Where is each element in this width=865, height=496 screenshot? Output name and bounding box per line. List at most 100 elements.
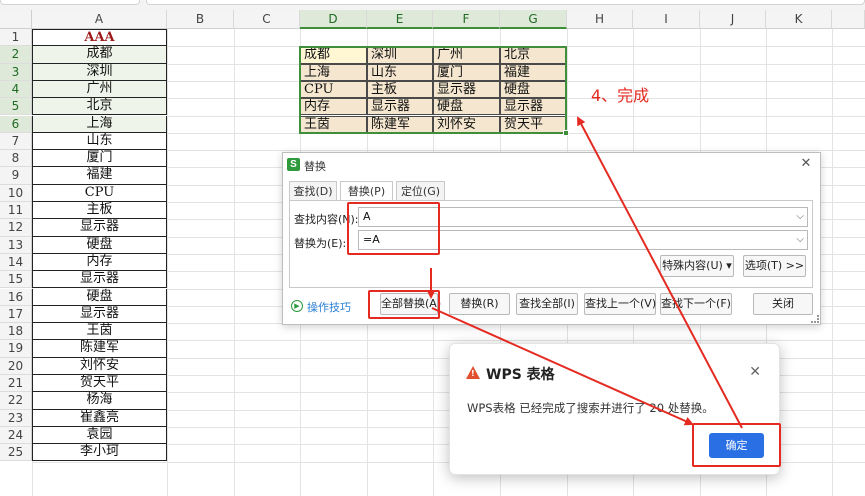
cell-g4[interactable]: 硬盘 [500,80,567,99]
cell-a13[interactable]: 硬盘 [32,236,167,254]
cell-a3[interactable]: 深圳 [32,63,167,81]
column-header[interactable]: C [234,10,300,29]
cell-e4[interactable]: 主板 [367,80,433,99]
cell-a9[interactable]: 福建 [32,167,167,185]
tab-replace[interactable]: 替换(P) [340,181,393,202]
special-content-button[interactable]: 特殊内容(U) ▾ [660,255,734,277]
cell-a21[interactable]: 贺天平 [32,375,167,393]
cell-f6[interactable]: 刘怀安 [433,115,500,133]
cell-a14[interactable]: 内存 [32,253,167,272]
row-header[interactable]: 18 [0,323,32,341]
options-button[interactable]: 选项(T) >> [743,255,806,277]
chevron-down-icon[interactable]: ⌵ [796,208,804,226]
column-header[interactable]: H [567,10,633,29]
cell-d6[interactable]: 王茵 [300,115,367,133]
column-header[interactable]: D [300,10,367,29]
cell-e2[interactable]: 深圳 [367,46,433,64]
ok-button[interactable]: 确定 [709,433,764,458]
document-tab[interactable] [146,0,865,5]
find-all-button[interactable]: 查找全部(I) [516,293,578,315]
chevron-down-icon[interactable]: ⌵ [796,231,804,249]
document-tab[interactable] [0,0,140,5]
row-header[interactable]: 5 [0,98,32,116]
cell-a4[interactable]: 广州 [32,80,167,99]
tips-link[interactable]: 操作技巧 [307,299,351,315]
row-header[interactable]: 17 [0,305,32,324]
dialog-titlebar[interactable]: S 替换 ✕ [283,153,820,177]
row-header[interactable]: 21 [0,375,32,393]
cell-g2[interactable]: 北京 [500,46,567,64]
replace-button[interactable]: 替换(R) [449,293,510,315]
cell-g6[interactable]: 贺天平 [500,115,567,133]
row-header[interactable]: 2 [0,46,32,64]
cell-a16[interactable]: 硬盘 [32,288,167,306]
resize-grip[interactable] [811,315,819,323]
cell-a23[interactable]: 崔鑫亮 [32,409,167,427]
row-header[interactable]: 25 [0,444,32,462]
cell-f4[interactable]: 显示器 [433,80,500,99]
cell-a17[interactable]: 显示器 [32,305,167,324]
column-header[interactable]: E [367,10,433,29]
row-header[interactable]: 11 [0,202,32,220]
row-header[interactable]: 8 [0,150,32,168]
cell-e5[interactable]: 显示器 [367,98,433,116]
cell-e3[interactable]: 山东 [367,63,433,81]
close-button[interactable]: 关闭 [753,293,813,315]
column-header[interactable]: F [433,10,500,29]
find-previous-button[interactable]: 查找上一个(V) [584,293,656,315]
row-header[interactable]: 13 [0,236,32,254]
cell-a12[interactable]: 显示器 [32,219,167,237]
cell-a24[interactable]: 袁园 [32,426,167,445]
cell-a2[interactable]: 成都 [32,46,167,64]
cell-d4[interactable]: CPU [300,80,367,99]
cell-d5[interactable]: 内存 [300,98,367,116]
find-next-button[interactable]: 查找下一个(F) [660,293,732,315]
select-all-corner[interactable] [0,10,32,29]
column-header[interactable]: A [32,10,167,29]
row-header[interactable]: 12 [0,219,32,237]
cell-a10[interactable]: CPU [32,184,167,202]
tab-find[interactable]: 查找(D) [289,181,337,201]
row-header[interactable]: 10 [0,184,32,202]
cell-a15[interactable]: 显示器 [32,271,167,289]
cell-a25[interactable]: 李小珂 [32,444,167,462]
cell-a18[interactable]: 王茵 [32,323,167,341]
cell-a7[interactable]: 山东 [32,132,167,151]
row-header[interactable]: 23 [0,409,32,427]
column-header[interactable]: G [500,10,567,29]
cell-a19[interactable]: 陈建军 [32,340,167,358]
cell-a6[interactable]: 上海 [32,115,167,133]
row-header[interactable]: 7 [0,132,32,151]
row-header[interactable]: 14 [0,253,32,272]
row-header[interactable]: 9 [0,167,32,185]
close-icon[interactable]: ✕ [798,156,814,172]
column-header[interactable]: B [167,10,234,29]
cell-f2[interactable]: 广州 [433,46,500,64]
row-header[interactable]: 4 [0,80,32,99]
cell-a11[interactable]: 主板 [32,202,167,220]
find-input[interactable]: A ⌵ [358,207,808,227]
row-header[interactable]: 16 [0,288,32,306]
column-header[interactable]: J [700,10,766,29]
play-icon[interactable]: ▶ [291,300,303,312]
row-header[interactable]: 20 [0,357,32,375]
cell-g3[interactable]: 福建 [500,63,567,81]
cell-e6[interactable]: 陈建军 [367,115,433,133]
close-icon[interactable]: ✕ [749,364,761,380]
row-header[interactable]: 3 [0,63,32,81]
cell-f5[interactable]: 硬盘 [433,98,500,116]
cell-d2[interactable]: 成都 [300,46,367,64]
row-header[interactable]: 1 [0,29,32,47]
cell-f3[interactable]: 厦门 [433,63,500,81]
row-header[interactable]: 19 [0,340,32,358]
row-header[interactable]: 22 [0,392,32,410]
row-header[interactable]: 15 [0,271,32,289]
cell-a1[interactable]: AAA [32,29,167,47]
cell-a5[interactable]: 北京 [32,98,167,116]
row-header[interactable]: 6 [0,115,32,133]
replace-all-button[interactable]: 全部替换(A) [380,293,441,315]
column-header[interactable]: I [633,10,700,29]
cell-a20[interactable]: 刘怀安 [32,357,167,375]
cell-a8[interactable]: 厦门 [32,150,167,168]
cell-d3[interactable]: 上海 [300,63,367,81]
